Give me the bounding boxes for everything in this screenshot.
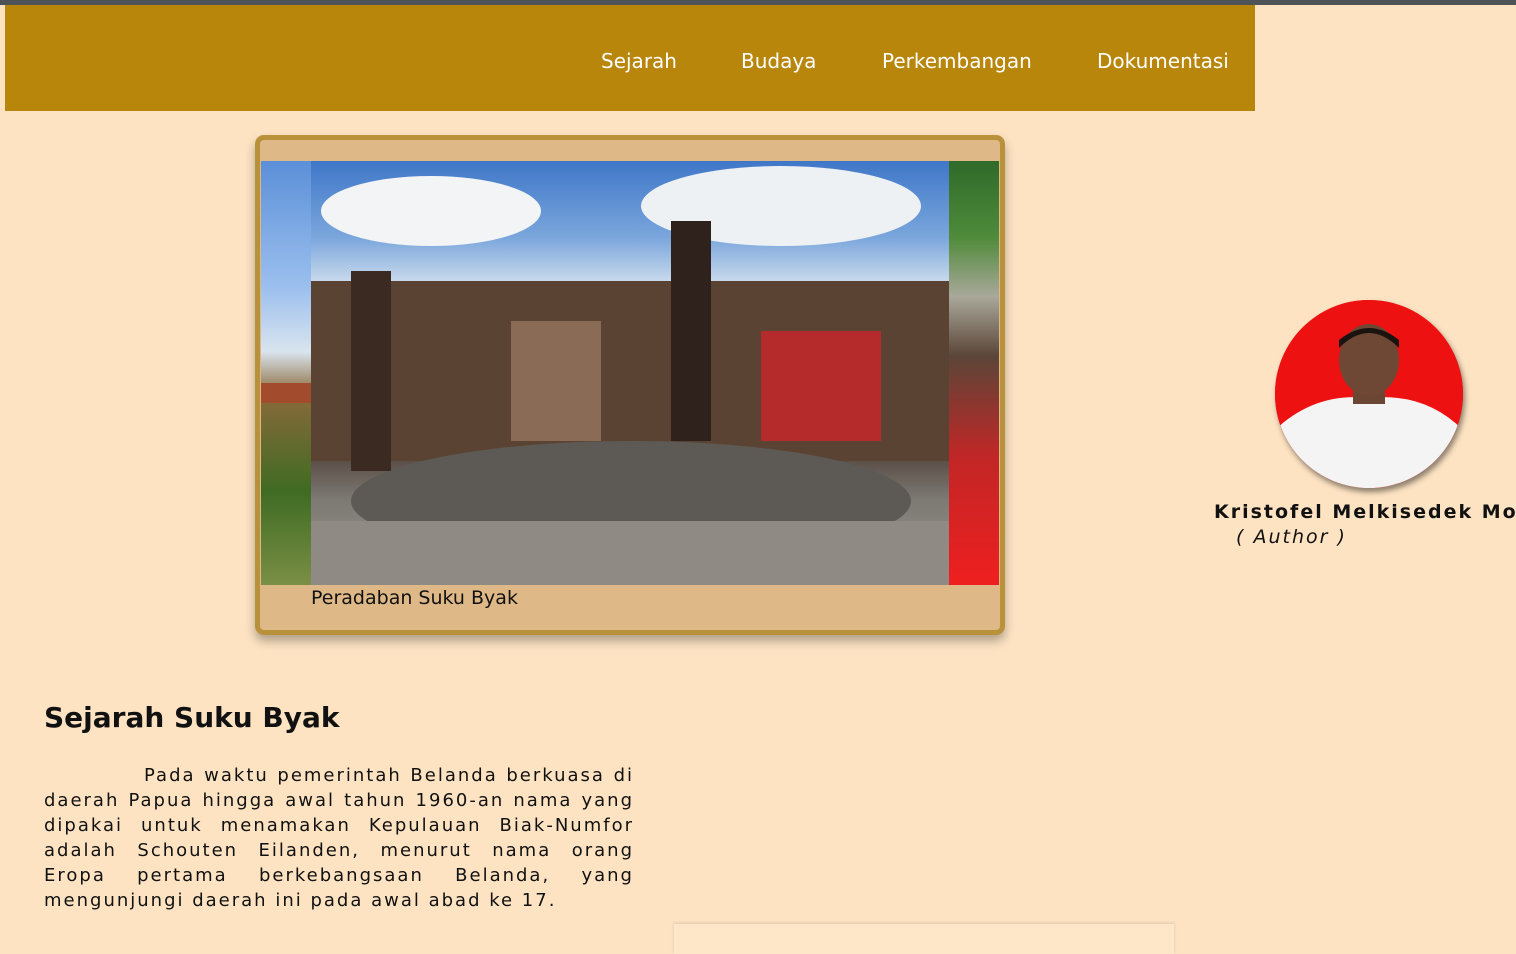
slider-current-slide-photo — [311, 161, 949, 585]
building-roof-graphic — [261, 383, 311, 403]
author-portrait-illustration — [1275, 300, 1463, 488]
crowd-group — [511, 321, 601, 441]
red-costume-group — [761, 331, 881, 441]
cloud-shape — [321, 176, 541, 246]
author-avatar — [1275, 300, 1463, 488]
slider-caption: Peradaban Suku Byak — [311, 587, 518, 609]
nav-link-budaya[interactable]: Budaya — [741, 49, 816, 73]
top-navbar: Sejarah Budaya Perkembangan Dokumentasi — [5, 5, 1255, 111]
slider-next-slide[interactable] — [949, 161, 999, 585]
section-body-text: Pada waktu pemerintah Belanda berkuasa d… — [44, 765, 634, 911]
section-title: Sejarah Suku Byak — [44, 701, 340, 734]
ceremony-photo-illustration — [311, 166, 949, 585]
dancer-figure — [351, 271, 391, 471]
author-role: ( Author ) — [1236, 526, 1347, 548]
ground-gravel — [311, 521, 949, 585]
slider-previous-slide[interactable] — [261, 161, 311, 585]
nav-link-dokumentasi[interactable]: Dokumentasi — [1097, 49, 1229, 73]
nav-link-perkembangan[interactable]: Perkembangan — [882, 49, 1032, 73]
side-content-card — [674, 924, 1174, 954]
image-slider: Peradaban Suku Byak — [255, 135, 1005, 635]
author-name: Kristofel Melkisedek Morin — [1214, 501, 1516, 523]
dancer-figure — [671, 221, 711, 441]
nav-link-sejarah[interactable]: Sejarah — [601, 49, 677, 73]
